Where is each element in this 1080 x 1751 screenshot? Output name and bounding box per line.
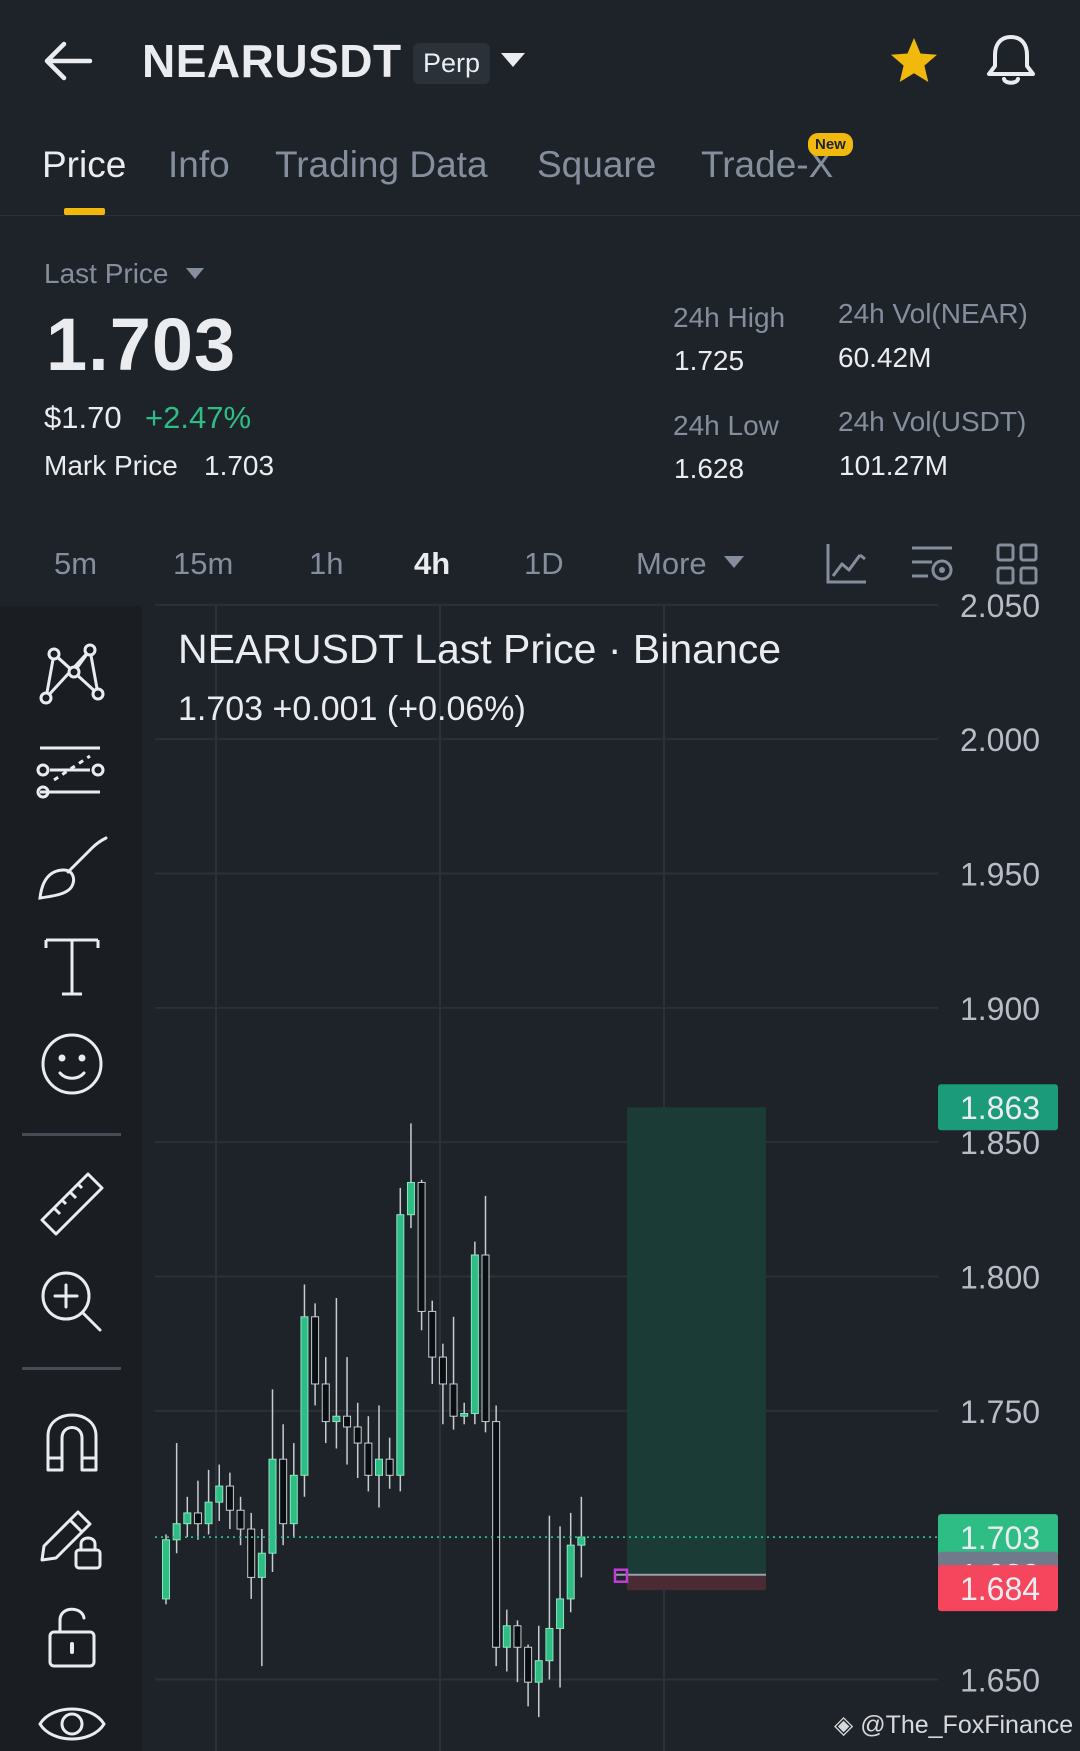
candle-down <box>364 1442 373 1476</box>
candle-up <box>183 1512 192 1525</box>
candle-down <box>492 1421 501 1648</box>
y-tick-label: 2.050 <box>960 588 1040 624</box>
candle-down <box>524 1646 533 1683</box>
y-tick-label: 1.950 <box>960 856 1040 892</box>
candle-down <box>449 1383 458 1417</box>
candle-down <box>417 1181 426 1312</box>
y-tick-label: 1.850 <box>960 1125 1040 1161</box>
chart-title: NEARUSDT Last Price · Binance <box>178 626 782 672</box>
trend-lines-icon[interactable] <box>36 636 108 708</box>
candle-down <box>193 1512 202 1525</box>
y-tick-label: 1.650 <box>960 1663 1040 1699</box>
candle-down <box>343 1415 352 1428</box>
candle-up <box>375 1458 383 1476</box>
candle-up <box>556 1598 565 1629</box>
ruler-icon[interactable] <box>36 1168 108 1240</box>
candle-up <box>396 1214 405 1476</box>
toolbar-divider <box>22 1367 121 1370</box>
binance-logo-icon: ◈ <box>834 1711 854 1739</box>
price-tag-label: 1.684 <box>960 1571 1040 1607</box>
lock-drawing-icon[interactable] <box>36 1502 108 1574</box>
fib-lines-icon[interactable] <box>36 734 108 806</box>
candle-down <box>481 1254 490 1423</box>
candle-up <box>566 1544 575 1600</box>
y-tick-label: 1.900 <box>960 991 1040 1027</box>
price-tag-label: 1.863 <box>960 1090 1040 1126</box>
candle-up <box>289 1474 298 1525</box>
eye-icon[interactable] <box>36 1688 108 1751</box>
brush-icon[interactable] <box>36 832 108 904</box>
toolbar-divider <box>22 1133 121 1136</box>
price-tag-label: 1.703 <box>960 1520 1040 1556</box>
candle-up <box>257 1552 266 1578</box>
candle-up <box>162 1539 170 1600</box>
candle-down <box>353 1426 362 1444</box>
candle-down <box>438 1356 447 1385</box>
chart-price-summary: 1.703 +0.001 (+0.06%) <box>178 690 526 728</box>
candle-up <box>502 1625 511 1648</box>
text-icon[interactable] <box>36 930 108 1002</box>
magnet-icon[interactable] <box>36 1404 108 1476</box>
candle-up <box>268 1458 277 1554</box>
candle-up <box>215 1485 224 1503</box>
candle-down <box>311 1316 320 1385</box>
candle-up <box>534 1660 543 1683</box>
y-tick-label: 1.750 <box>960 1394 1040 1430</box>
candle-up <box>332 1415 341 1423</box>
watermark-text: @The_FoxFinance <box>860 1711 1074 1739</box>
emoji-icon[interactable] <box>36 1028 108 1100</box>
y-tick-label: 2.000 <box>960 722 1040 758</box>
unlock-icon[interactable] <box>36 1600 108 1672</box>
candle-down <box>385 1458 394 1476</box>
candle-up <box>406 1181 415 1216</box>
candle-down <box>225 1485 234 1511</box>
candle-down <box>513 1625 522 1648</box>
y-tick-label: 1.800 <box>960 1259 1040 1295</box>
candle-up <box>545 1627 554 1662</box>
candlestick-chart[interactable]: 2.050 2.000 1.950 1.900 1.850 1.800 1.750 1.650… <box>0 0 1080 1751</box>
candle-down <box>321 1383 330 1423</box>
take-profit-zone <box>627 1107 766 1575</box>
candle-up <box>204 1501 213 1525</box>
candle-up <box>300 1316 309 1476</box>
drawing-toolbar <box>0 606 142 1751</box>
zoom-in-icon[interactable] <box>36 1266 108 1338</box>
candle-down <box>279 1458 288 1525</box>
watermark: ◈ @The_FoxFinance <box>834 1710 1073 1740</box>
candle-down <box>236 1509 245 1530</box>
candle-up <box>470 1254 479 1415</box>
candle-up <box>577 1536 586 1546</box>
candle-down <box>428 1310 437 1358</box>
candle-up <box>460 1413 469 1417</box>
stop-loss-zone <box>627 1574 766 1591</box>
